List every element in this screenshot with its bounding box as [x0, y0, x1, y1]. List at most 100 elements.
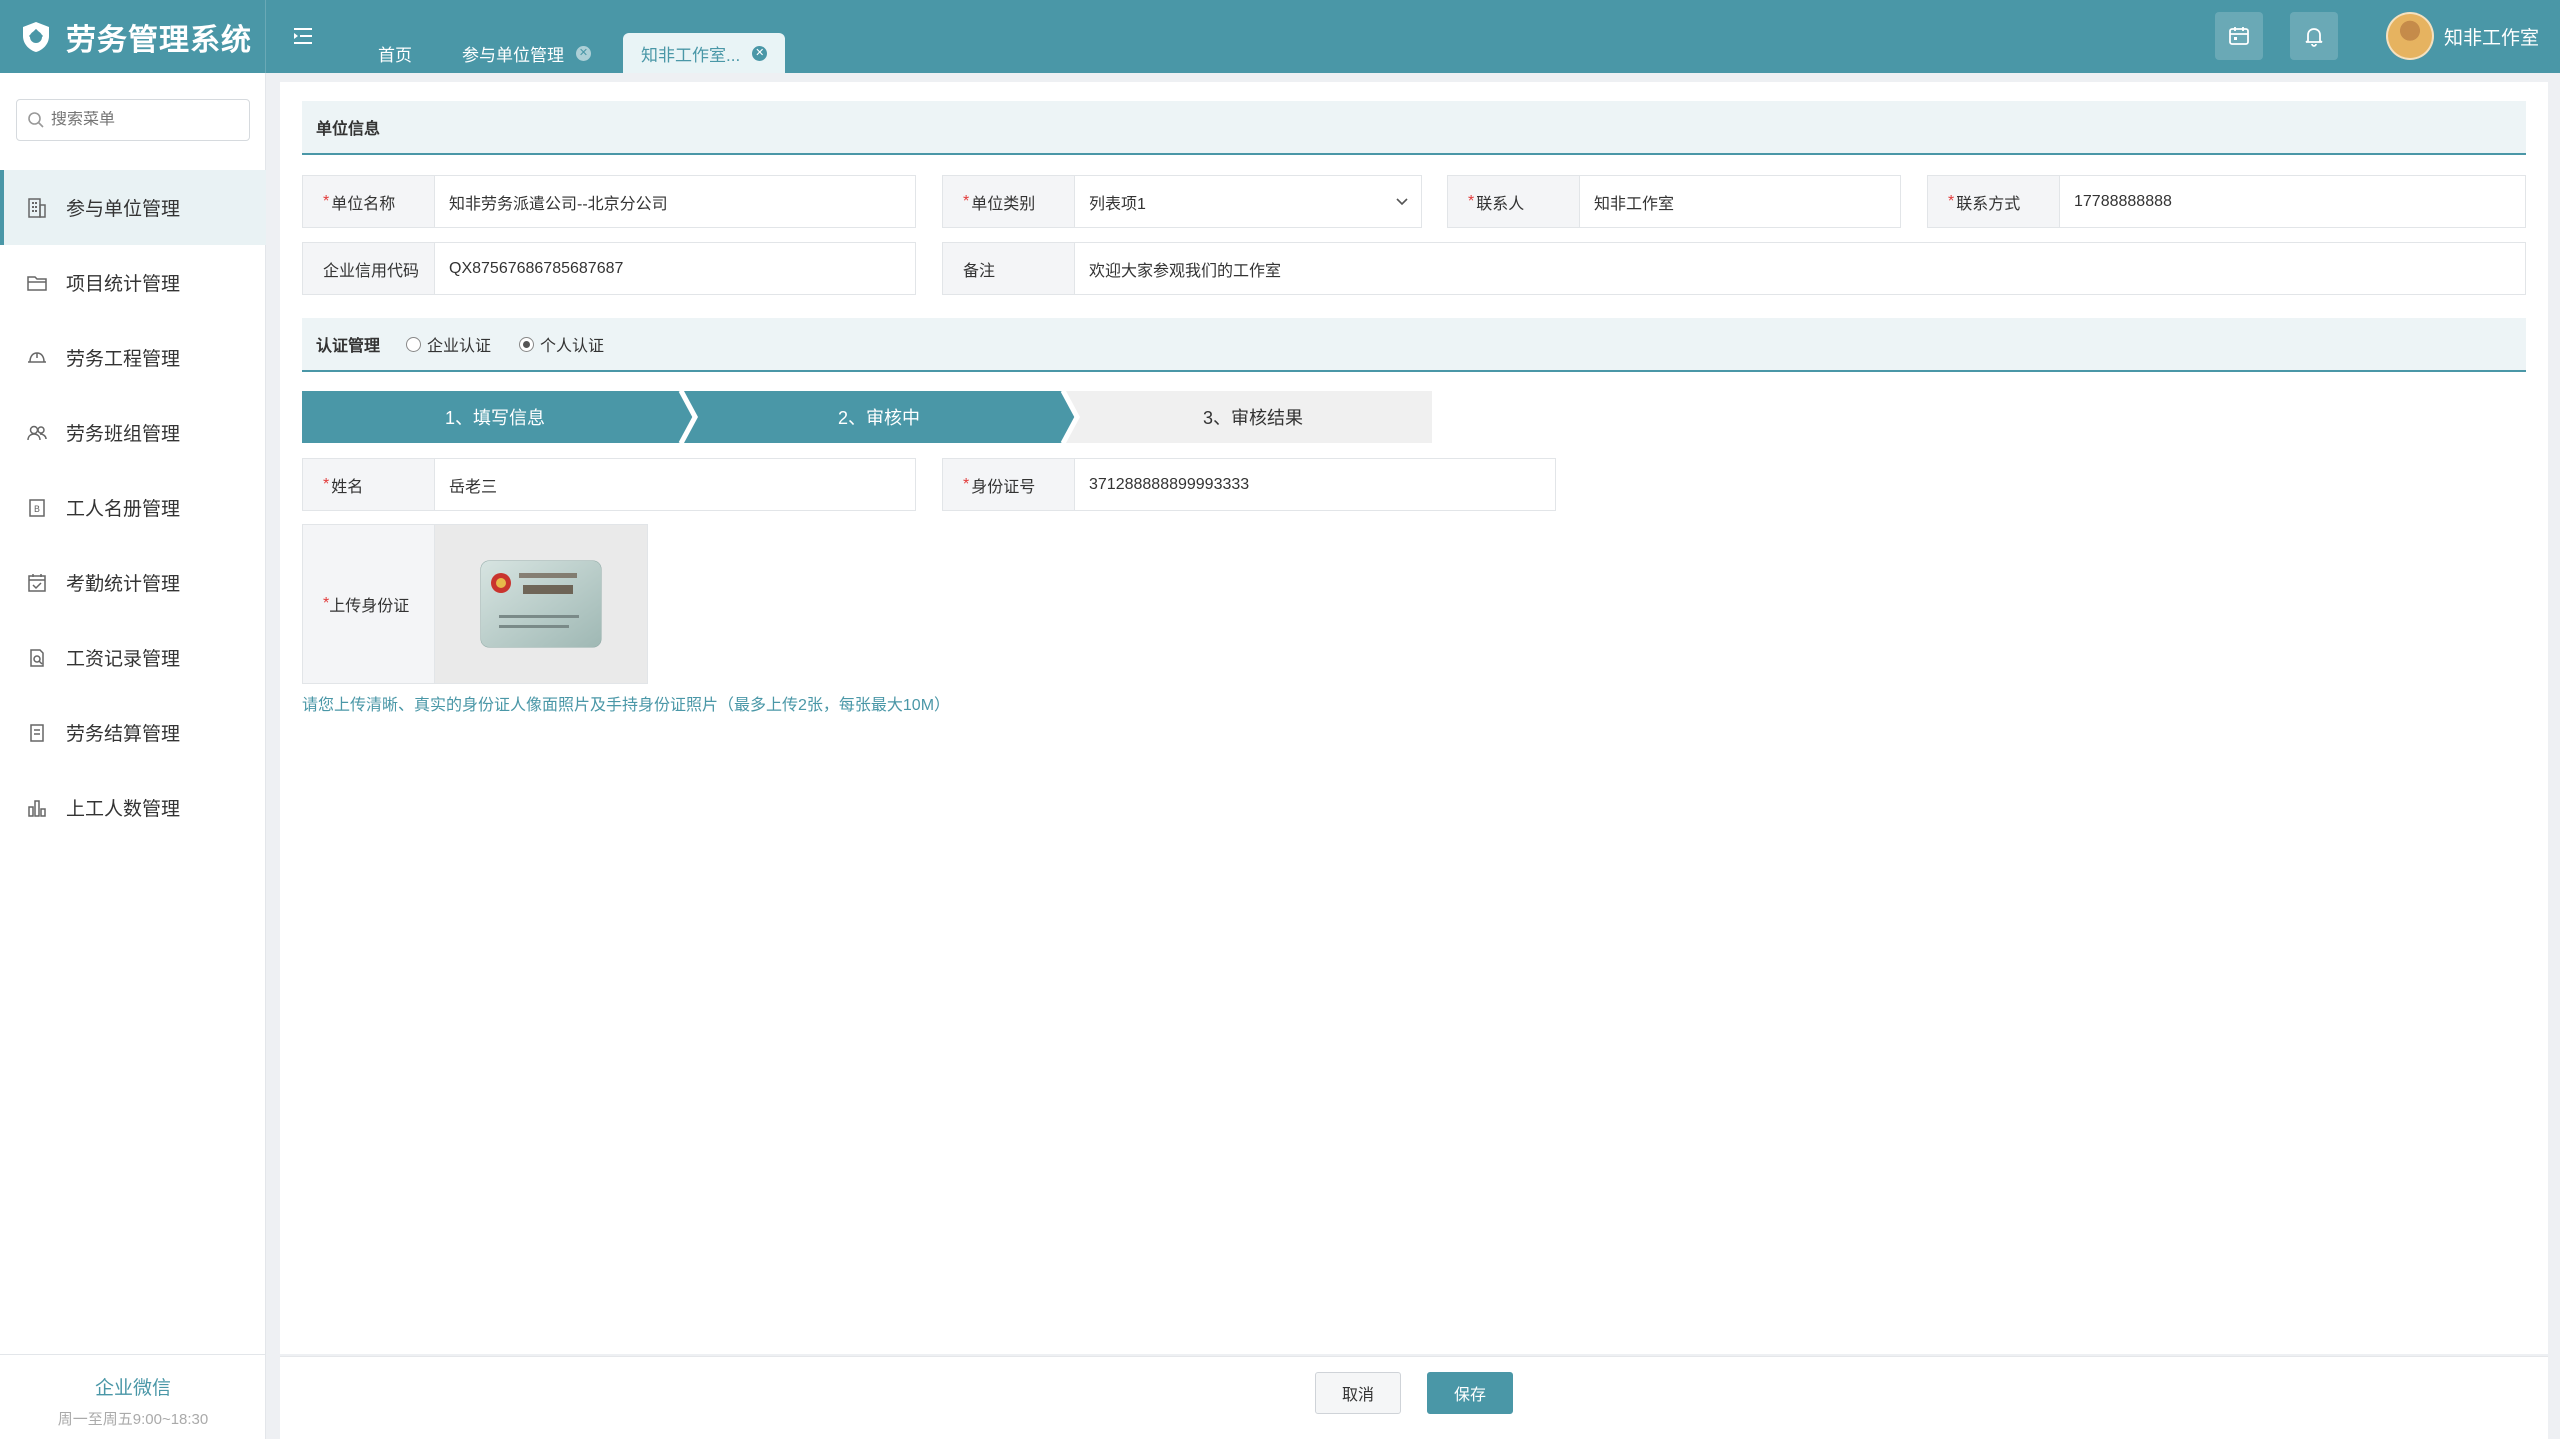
sidebar-item-label: 工资记录管理 — [66, 649, 181, 670]
document-icon — [30, 723, 44, 742]
field-label: 联系人 — [1476, 195, 1525, 213]
user-name: 知非工作室 — [2444, 27, 2540, 49]
contact-phone-input[interactable]: 17788888888 — [2060, 176, 2525, 227]
radio-label: 个人认证 — [540, 338, 605, 355]
menu-toggle-button[interactable] — [282, 18, 324, 54]
close-icon[interactable]: ✕ — [752, 45, 768, 61]
unit-category-select[interactable]: 列表项1 — [1075, 176, 1421, 227]
sidebar-item-label: 考勤统计管理 — [66, 574, 181, 595]
tab-studio[interactable]: 知非工作室... ✕ — [623, 33, 786, 73]
cancel-button[interactable]: 取消 — [1315, 1372, 1401, 1414]
radio-button-selected[interactable] — [519, 336, 535, 352]
step-under-review: 2、审核中 — [837, 408, 920, 428]
tab-home[interactable]: 首页 — [360, 33, 430, 73]
hardhat-icon — [28, 351, 46, 363]
main-content: 单位信息 * 单位名称 知非劳务派遣公司--北京分公司 * 单位类别 列表项1 * 联… — [280, 82, 2548, 1354]
field-label: 单位名称 — [331, 195, 396, 213]
tab-unit-management[interactable]: 参与单位管理 ✕ — [444, 33, 609, 73]
id-upload-field: * 上传身份证 — [302, 524, 648, 684]
salary-doc-icon — [30, 648, 44, 667]
radio-button[interactable] — [406, 336, 422, 352]
notification-button[interactable] — [2290, 12, 2338, 60]
menu-collapse-icon — [294, 28, 312, 44]
chevron-down-icon — [1396, 197, 1408, 205]
sidebar-item-worker-roster[interactable]: B 工人名册管理 — [0, 470, 266, 545]
search-input[interactable] — [51, 111, 241, 129]
sidebar-item-label: 上工人数管理 — [66, 799, 181, 820]
app-title: 劳务管理系统 — [66, 23, 252, 57]
step-review-result: 3、审核结果 — [1202, 408, 1303, 428]
unit-category-field: * 单位类别 列表项1 — [942, 175, 1422, 228]
field-label: 身份证号 — [971, 478, 1036, 496]
bell-icon — [2305, 28, 2323, 47]
section-title: 单位信息 — [316, 121, 381, 138]
id-card-thumbnail[interactable] — [435, 525, 647, 683]
remark-input[interactable]: 欢迎大家参观我们的工作室 — [1075, 243, 2525, 294]
sidebar-nav: 参与单位管理 项目统计管理 劳务工程管理 劳务班组管理 B 工人名册管理 考勤统… — [0, 170, 266, 845]
close-icon[interactable]: ✕ — [576, 45, 591, 61]
sidebar-item-unit-management[interactable]: 参与单位管理 — [0, 170, 266, 245]
id-number-input[interactable]: 371288888899993333 — [1075, 459, 1555, 510]
tab-label: 参与单位管理 — [462, 45, 564, 65]
radio-company-auth[interactable]: 企业认证 — [406, 332, 491, 356]
unit-name-input[interactable]: 知非劳务派遣公司--北京分公司 — [435, 176, 915, 227]
calendar-button[interactable] — [2215, 12, 2263, 60]
sidebar-item-label: 工人名册管理 — [66, 499, 181, 520]
sidebar-item-team[interactable]: 劳务班组管理 — [0, 395, 266, 470]
avatar — [2386, 12, 2434, 60]
sidebar-item-label: 劳务结算管理 — [66, 724, 181, 745]
bar-chart-icon — [28, 799, 46, 817]
radio-label: 企业认证 — [427, 338, 492, 355]
credit-code-input[interactable]: QX87567686785687687 — [435, 243, 915, 294]
radio-personal-auth[interactable]: 个人认证 — [519, 332, 604, 356]
sidebar-item-label: 劳务工程管理 — [66, 349, 181, 370]
search-icon — [28, 112, 44, 128]
sidebar-item-salary[interactable]: 工资记录管理 — [0, 620, 266, 695]
action-bar: 取消 保存 — [280, 1356, 2548, 1439]
sidebar-footer: 企业微信 周一至周五9:00~18:30 — [0, 1354, 266, 1439]
person-name-field: * 姓名 岳老三 — [302, 458, 916, 511]
sidebar-item-label: 项目统计管理 — [66, 274, 181, 295]
wechat-work-link[interactable]: 企业微信 — [0, 1373, 266, 1400]
sidebar-item-project-stats[interactable]: 项目统计管理 — [0, 245, 266, 320]
sidebar: 参与单位管理 项目统计管理 劳务工程管理 劳务班组管理 B 工人名册管理 考勤统… — [0, 73, 266, 1439]
field-label: 联系方式 — [1956, 195, 2021, 213]
building-icon — [28, 197, 46, 218]
user-menu[interactable]: 知非工作室 — [2386, 12, 2539, 60]
step-fill-info: 1、填写信息 — [444, 408, 545, 428]
calendar-icon — [2229, 27, 2249, 45]
save-button[interactable]: 保存 — [1427, 1372, 1513, 1414]
app-logo: 劳务管理系统 — [0, 0, 266, 73]
folder-icon — [27, 275, 47, 291]
field-label: 备注 — [963, 262, 996, 280]
menu-search — [16, 99, 250, 141]
credit-code-field: 企业信用代码 QX87567686785687687 — [302, 242, 916, 295]
field-label: 企业信用代码 — [323, 262, 420, 280]
person-name-input[interactable]: 岳老三 — [435, 459, 915, 510]
sidebar-item-labor-project[interactable]: 劳务工程管理 — [0, 320, 266, 395]
progress-steps: 1、填写信息 2、审核中 3、审核结果 — [302, 391, 1432, 443]
contact-person-input[interactable]: 知非工作室 — [1580, 176, 1900, 227]
roster-icon: B — [29, 498, 45, 517]
unit-info-section-header: 单位信息 — [302, 101, 2526, 155]
sidebar-item-attendance[interactable]: 考勤统计管理 — [0, 545, 266, 620]
auth-section-header: 认证管理 企业认证 个人认证 — [302, 318, 2526, 372]
contact-phone-field: * 联系方式 17788888888 — [1927, 175, 2526, 228]
select-value: 列表项1 — [1089, 195, 1146, 213]
page-tabs: 首页 参与单位管理 ✕ 知非工作室... ✕ — [360, 28, 799, 73]
shield-logo-icon — [23, 21, 49, 52]
upload-hint: 请您上传清晰、真实的身份证人像面照片及手持身份证照片（最多上传2张，每张最大10… — [302, 697, 951, 714]
remark-field: 备注 欢迎大家参观我们的工作室 — [942, 242, 2526, 295]
calendar-check-icon — [28, 573, 46, 592]
field-label: 上传身份证 — [329, 598, 410, 615]
section-title: 认证管理 — [316, 338, 381, 355]
sidebar-item-worker-count[interactable]: 上工人数管理 — [0, 770, 266, 845]
top-header: 劳务管理系统 首页 参与单位管理 ✕ 知非工作室... ✕ 知非工作室 — [0, 0, 2560, 73]
field-label: 姓名 — [331, 478, 364, 496]
svg-text:B: B — [34, 505, 40, 515]
sidebar-item-settlement[interactable]: 劳务结算管理 — [0, 695, 266, 770]
service-hours: 周一至周五9:00~18:30 — [57, 1411, 209, 1428]
sidebar-item-label: 参与单位管理 — [66, 199, 181, 220]
id-card-image — [480, 560, 602, 648]
sidebar-item-label: 劳务班组管理 — [66, 424, 181, 445]
